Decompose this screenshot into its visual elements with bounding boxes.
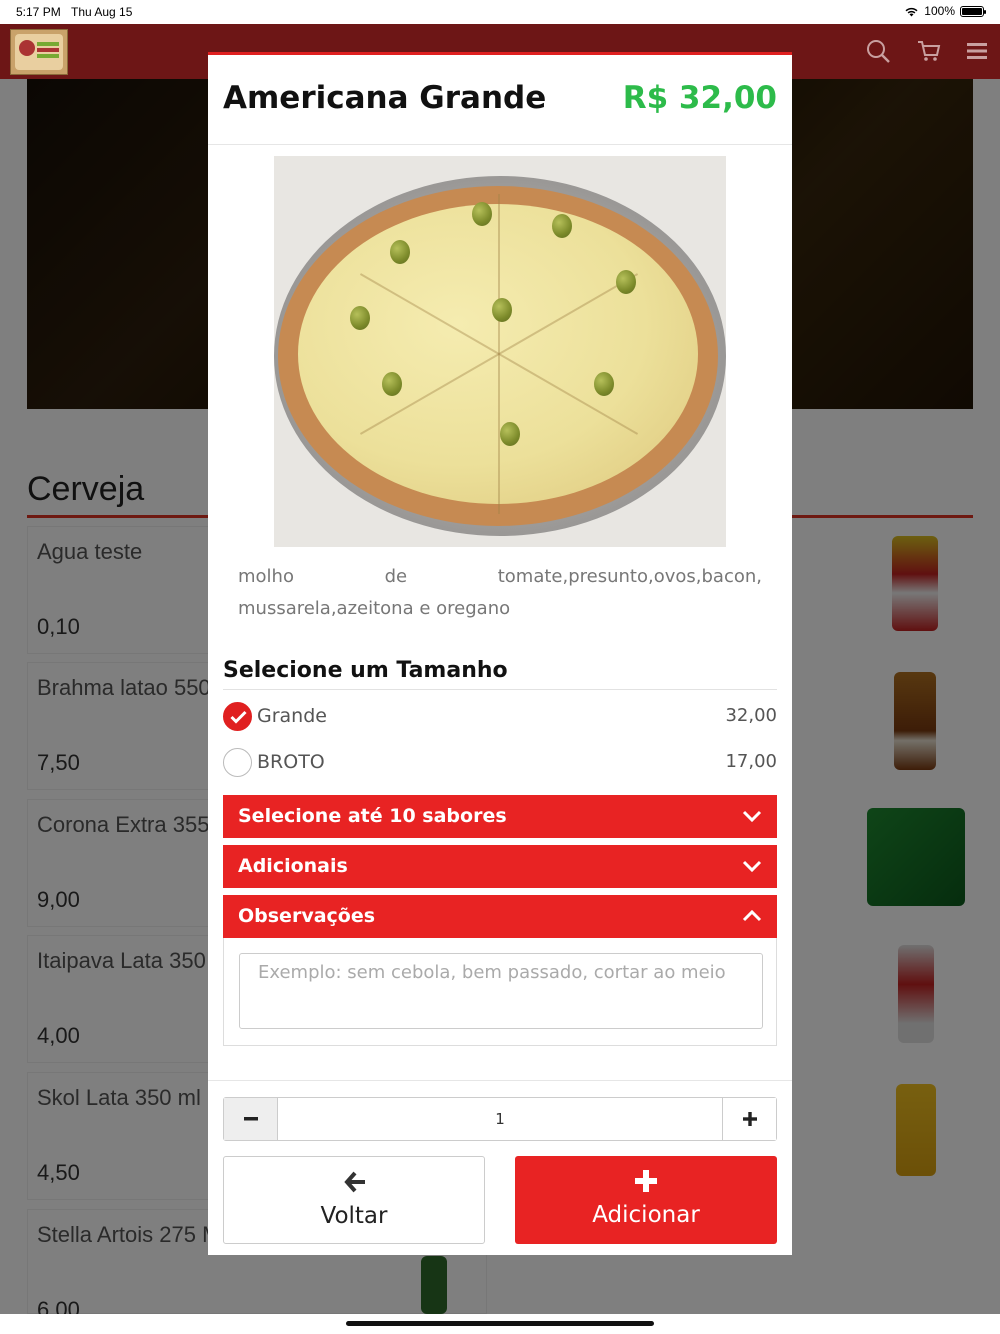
size-label: BROTO	[257, 751, 325, 773]
increase-button[interactable]	[722, 1098, 776, 1140]
flavors-label: Selecione até 10 sabores	[238, 805, 507, 827]
home-indicator[interactable]	[346, 1321, 654, 1326]
notes-accordion[interactable]: Observações	[223, 895, 777, 938]
radio-unchecked-icon[interactable]	[223, 748, 252, 777]
arrow-left-icon	[344, 1171, 365, 1193]
product-title: Americana Grande	[223, 80, 547, 116]
menu-icon[interactable]	[964, 38, 990, 64]
extras-label: Adicionais	[238, 855, 348, 877]
size-section-title: Selecione um Tamanho	[223, 658, 777, 690]
decrease-button[interactable]	[224, 1098, 278, 1140]
quantity-stepper: 1	[223, 1097, 777, 1141]
battery-icon	[960, 5, 986, 17]
product-description: molho de tomate,presunto,ovos,bacon, mus…	[238, 566, 762, 619]
plus-icon	[742, 1112, 757, 1126]
add-button[interactable]: Adicionar	[515, 1156, 777, 1244]
status-time: 5:17 PM	[16, 5, 61, 19]
chevron-up-icon	[742, 909, 762, 922]
divider	[208, 1080, 792, 1081]
size-price: 32,00	[725, 705, 777, 726]
notes-panel	[223, 938, 777, 1046]
back-button[interactable]: Voltar	[223, 1156, 485, 1244]
add-label: Adicionar	[592, 1202, 700, 1228]
product-modal: Americana Grande R$ 32,00 molho de tomat…	[208, 52, 792, 1255]
battery-percent: 100%	[924, 4, 955, 18]
modal-header: Americana Grande R$ 32,00	[208, 55, 792, 145]
status-date: Thu Aug 15	[71, 5, 133, 19]
plus-icon	[635, 1170, 657, 1192]
status-bar: 5:17 PM Thu Aug 15 100%	[0, 0, 1000, 24]
restaurant-logo[interactable]	[10, 29, 68, 75]
product-price: R$ 32,00	[622, 80, 777, 116]
size-option-broto[interactable]: BROTO 17,00	[223, 747, 777, 779]
quantity-value[interactable]: 1	[278, 1098, 722, 1140]
wifi-icon	[905, 7, 918, 16]
size-option-grande[interactable]: Grande 32,00	[223, 701, 777, 733]
cart-icon[interactable]	[916, 38, 942, 64]
size-label: Grande	[257, 705, 327, 727]
flavors-accordion[interactable]: Selecione até 10 sabores	[223, 795, 777, 838]
chevron-down-icon	[742, 860, 762, 873]
size-price: 17,00	[725, 751, 777, 772]
extras-accordion[interactable]: Adicionais	[223, 845, 777, 888]
product-photo	[274, 156, 726, 547]
radio-checked-icon[interactable]	[223, 702, 252, 731]
back-label: Voltar	[320, 1203, 388, 1229]
notes-textarea[interactable]	[239, 953, 763, 1029]
chevron-down-icon	[742, 810, 762, 823]
search-icon[interactable]	[865, 38, 891, 64]
notes-label: Observações	[238, 905, 376, 927]
minus-icon	[243, 1117, 258, 1121]
status-right: 100%	[904, 4, 986, 18]
